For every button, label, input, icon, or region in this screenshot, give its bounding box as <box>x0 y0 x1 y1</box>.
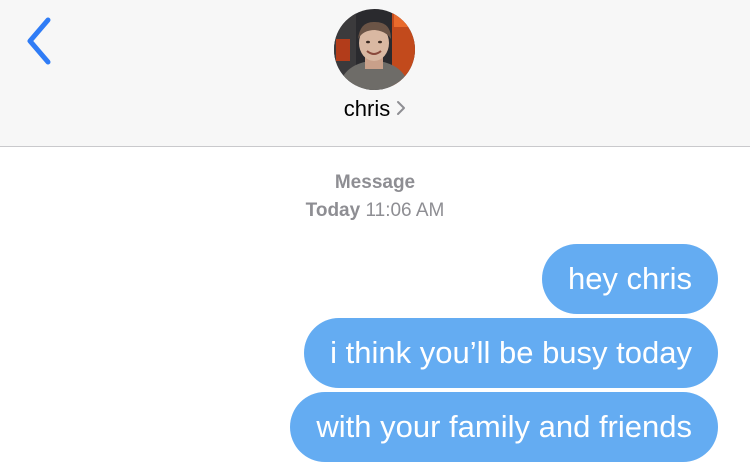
sent-message-bubble[interactable]: hey chris <box>541 244 718 314</box>
timestamp-day: Today <box>305 200 361 221</box>
contact-name-button[interactable]: chris <box>0 96 750 122</box>
conversation-header: chris <box>0 0 750 147</box>
contact-name: chris <box>343 96 391 121</box>
contact-photo <box>334 9 415 90</box>
service-label: Message <box>334 172 416 193</box>
sent-message-bubble[interactable]: i think you’ll be busy today <box>304 318 718 388</box>
timestamp-time: 11:06 AM <box>365 200 445 221</box>
chevron-left-icon <box>27 17 51 65</box>
chevron-right-icon <box>396 100 406 116</box>
sent-message-bubble[interactable]: with your family and friends <box>290 392 718 462</box>
message-timestamp: Today 11:06 AM <box>0 200 750 222</box>
back-button[interactable] <box>18 14 62 70</box>
avatar[interactable] <box>334 9 415 90</box>
messages-screen: chris Message Today 11:06 AM hey chris i… <box>0 0 750 466</box>
